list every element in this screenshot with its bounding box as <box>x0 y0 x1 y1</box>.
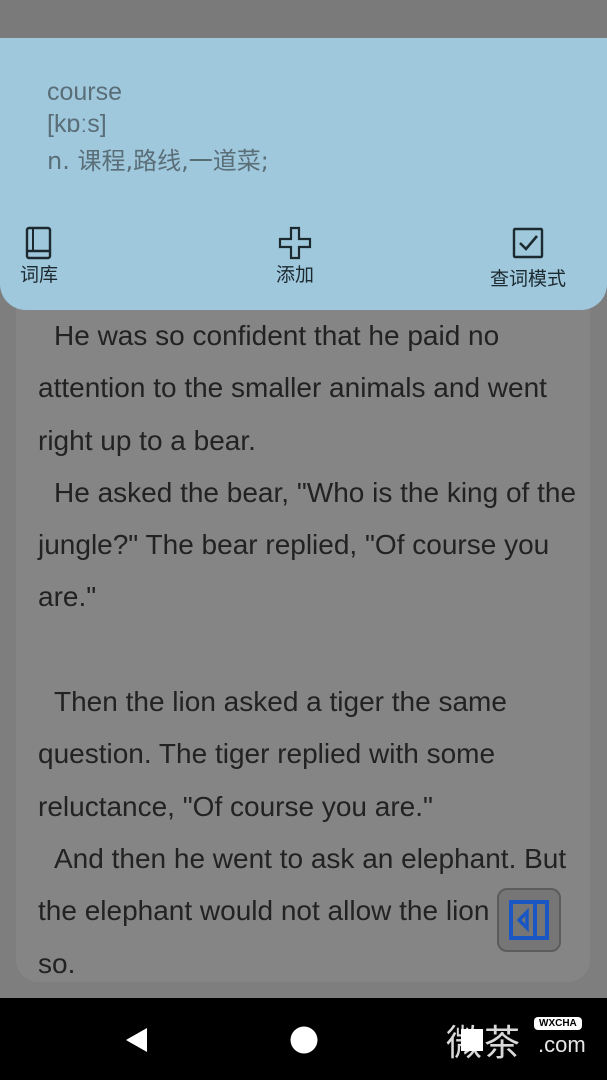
vocabulary-button[interactable]: 词库 <box>20 226 58 287</box>
back-triangle-icon <box>126 1028 147 1052</box>
plus-icon <box>278 226 312 260</box>
story-paragraph-3: Then the lion asked a tiger the same que… <box>38 686 507 822</box>
recent-square-icon <box>461 1029 483 1051</box>
story-text: He was so confident that he paid no atte… <box>38 310 578 982</box>
dictionary-word: course <box>47 78 123 106</box>
collapse-panel-icon <box>509 900 549 940</box>
book-icon <box>25 226 52 260</box>
reading-card: He was so confident that he paid no atte… <box>16 280 590 982</box>
side-panel-toggle-button[interactable] <box>497 888 561 952</box>
dictionary-meaning: n. 课程,路线,一道菜; <box>47 147 269 175</box>
home-button[interactable] <box>282 1018 326 1062</box>
add-label: 添加 <box>276 264 315 286</box>
status-bar <box>0 0 607 38</box>
navigation-bar <box>0 998 607 1080</box>
dictionary-phonetic: [kɒːs] <box>47 110 107 138</box>
vocabulary-label: 词库 <box>20 264 59 286</box>
screen: He was so confident that he paid no atte… <box>0 0 607 1080</box>
add-word-button[interactable]: 添加 <box>276 226 314 287</box>
lookup-mode-label: 查词模式 <box>490 268 567 290</box>
recent-apps-button[interactable] <box>450 1018 494 1062</box>
story-paragraph-1: He was so confident that he paid no atte… <box>38 320 547 456</box>
back-button[interactable] <box>114 1018 158 1062</box>
story-paragraph-2: He asked the bear, "Who is the king of t… <box>38 476 577 613</box>
checkbox-icon <box>512 227 544 259</box>
home-circle-icon <box>290 1026 318 1054</box>
lookup-mode-toggle[interactable]: 查词模式 <box>490 226 566 291</box>
dictionary-popup: course [kɒːs] n. 课程,路线,一道菜; 词库 添加 查词模式 <box>0 38 607 310</box>
